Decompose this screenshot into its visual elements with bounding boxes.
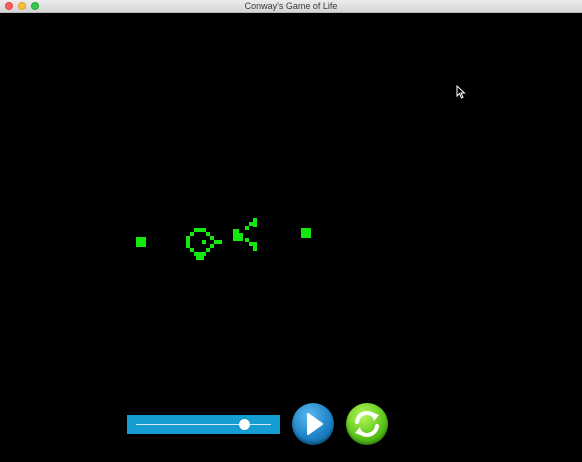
reset-button[interactable] — [346, 403, 388, 445]
live-cell — [136, 237, 146, 247]
live-cell — [206, 248, 210, 252]
live-cell — [253, 218, 257, 227]
live-cell — [190, 232, 194, 236]
live-cell — [218, 240, 222, 244]
refresh-icon — [355, 411, 379, 437]
window-title: Conway's Game of Life — [244, 1, 338, 11]
live-cell — [200, 256, 204, 260]
live-cell — [239, 233, 243, 241]
live-cell — [210, 244, 214, 248]
live-cell — [301, 228, 311, 238]
live-cell — [245, 226, 249, 230]
speed-slider[interactable] — [127, 415, 280, 434]
slider-knob[interactable] — [238, 419, 250, 430]
play-button[interactable] — [292, 403, 334, 445]
mouse-cursor-icon — [456, 85, 466, 99]
live-cell — [202, 240, 206, 244]
title-bar: Conway's Game of Life — [0, 0, 582, 13]
slider-track — [136, 424, 271, 425]
app-window: Conway's Game of Life — [0, 0, 582, 462]
play-icon — [307, 413, 323, 435]
live-cell — [249, 222, 253, 226]
life-grid[interactable] — [0, 13, 582, 462]
live-cell — [253, 242, 257, 251]
